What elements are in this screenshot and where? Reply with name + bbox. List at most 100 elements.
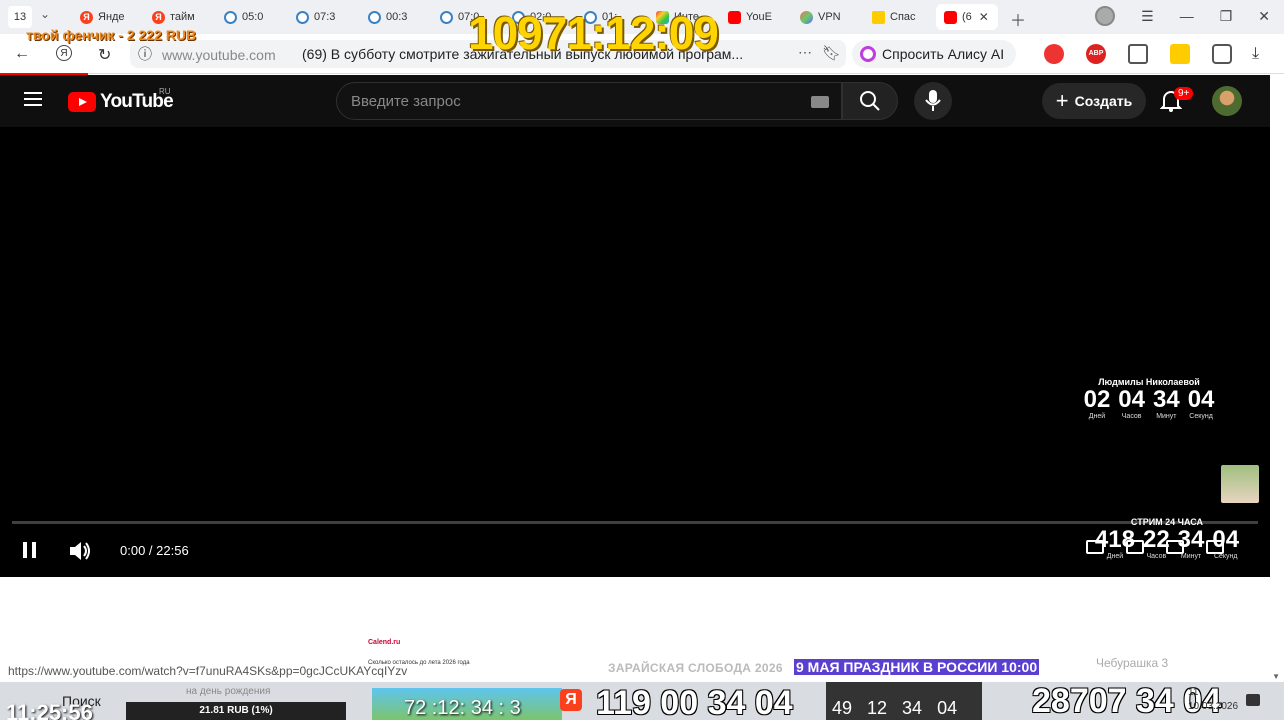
site-info-icon[interactable]: ⓘ [138, 44, 152, 64]
cast-icon[interactable] [1128, 44, 1148, 64]
pause-button[interactable] [23, 542, 37, 558]
star-icon [872, 10, 885, 24]
yandex-icon: Я [80, 10, 93, 24]
countdown-label: Минут [1180, 553, 1202, 560]
tab-counter[interactable]: 13 [8, 6, 32, 28]
back-icon[interactable]: ← [14, 45, 30, 63]
youtube-logo[interactable]: YouTube [68, 91, 174, 113]
big-countdown-1: 119 00 34 04 [596, 684, 793, 720]
tab-list-dropdown-icon[interactable]: ⌄ [40, 7, 50, 21]
create-button[interactable]: + Создать [1042, 83, 1146, 119]
birthday-text: на день рождения [186, 686, 271, 697]
calend-logo: Calend.ru [368, 639, 401, 646]
window-controls: ☰ — ❐ ✕ [1095, 6, 1270, 26]
time-display: 0:00 / 22:56 [120, 543, 189, 558]
url-host: www.youtube.com [162, 47, 276, 63]
tab[interactable]: 05:0 [216, 4, 288, 30]
countdown-row: 02 Дней 04 Часов 34 Минут 04 Секунд [1066, 386, 1232, 421]
plus-icon: + [1055, 88, 1069, 113]
ask-alice-button[interactable]: Спросить Алису AI [852, 40, 1016, 68]
reload-icon[interactable]: ↻ [98, 45, 111, 65]
ticker-text-1: ЗАРАЙСКАЯ СЛОБОДА 2026 [608, 661, 783, 675]
clock-icon [296, 10, 309, 24]
countdown-label: Дней [1106, 553, 1124, 560]
tab-label: 00:3 [386, 11, 408, 23]
date-line-2: 10.03.2026 [1188, 701, 1239, 712]
menu-icon[interactable] [24, 92, 42, 106]
countdown-label: Часов [1146, 553, 1167, 560]
star-extension-icon[interactable] [1170, 44, 1190, 64]
avatar[interactable] [1212, 86, 1242, 116]
tab-label: Спас [890, 11, 916, 23]
clock-overlay: 11:25:56 [6, 700, 93, 720]
tab-label: тайм [170, 11, 195, 23]
new-tab-button[interactable]: ＋ [1010, 7, 1026, 31]
overlay-donation: твой фенчик - 2 222 RUB [26, 27, 197, 43]
close-icon[interactable]: ✕ [979, 10, 989, 24]
countdown-days: 418 [1094, 526, 1135, 553]
scroll-down-icon[interactable]: ▼ [1272, 672, 1280, 681]
yandex-browser-icon[interactable]: Я [56, 45, 72, 61]
notification-icon[interactable] [1246, 694, 1260, 706]
taskbar: Поиск на день рождения 21.81 RUB (1%) 72… [0, 682, 1284, 720]
countdown-hours: 04 [1118, 386, 1145, 413]
alice-label: Спросить Алису AI [882, 46, 1005, 62]
close-window-icon[interactable]: ✕ [1258, 8, 1270, 25]
system-date: 11 10.03.2026 [1188, 686, 1238, 714]
tab-label: 07:3 [314, 11, 336, 23]
countdown-label: Минут [1156, 413, 1177, 420]
youtube-icon [944, 10, 957, 24]
clock-icon [440, 10, 453, 24]
yandex-icon[interactable]: Я [560, 689, 582, 711]
panel-timer: 49 12 34 04 [832, 698, 958, 718]
tab[interactable]: 07:3 [288, 4, 360, 30]
more-icon[interactable]: ⋯ [798, 44, 812, 61]
clock-icon [224, 10, 237, 24]
video-player[interactable]: Людмилы Николаевой 02 Дней 04 Часов 34 Мину… [0, 127, 1270, 577]
download-icon[interactable]: ⤓ [1252, 45, 1259, 63]
ticker-text-2: 9 МАЯ ПРАЗДНИК В РОССИИ 10:00 [794, 659, 1040, 675]
tab[interactable]: Спас [864, 4, 936, 30]
volume-icon[interactable] [68, 540, 92, 562]
search-icon [860, 91, 880, 111]
screen: 13 ⌄ Я Янде Ятайм 05:0 07:3 00:3 07:0 02:… [0, 0, 1284, 720]
adblock-icon[interactable]: ABP [1086, 44, 1106, 64]
countdown-label: Секунд [1189, 413, 1213, 420]
voice-search-button[interactable] [914, 82, 952, 120]
collections-icon[interactable] [1212, 44, 1232, 64]
search-input[interactable]: Введите запрос [336, 82, 842, 120]
profile-icon[interactable] [1095, 6, 1116, 26]
bookmark-icon[interactable]: 🔖︎ [822, 44, 841, 62]
minimize-icon[interactable]: — [1180, 8, 1194, 24]
search-button[interactable] [842, 82, 898, 120]
menu-icon[interactable]: ☰ [1141, 8, 1154, 25]
tab[interactable]: 00:3 [360, 4, 432, 30]
restore-icon[interactable]: ❐ [1220, 8, 1233, 25]
tab-label: YouE [746, 11, 772, 23]
clock-icon [368, 10, 381, 24]
stream-countdown: СТРИМ 24 ЧАСА 418 Дней 22 Часов 34 Минут 04… [1092, 517, 1242, 560]
yandex-icon: Я [152, 10, 165, 24]
countdown-widget: Людмилы Николаевой 02 Дней 04 Часов 34 Мину… [1066, 377, 1232, 420]
youtube-play-icon [68, 92, 96, 112]
countdown-label: Дней [1088, 413, 1106, 420]
progress-bar[interactable] [12, 521, 1258, 524]
presenter-thumbnail [1221, 465, 1259, 503]
microphone-icon [925, 90, 941, 111]
tab[interactable]: YouE [720, 4, 792, 30]
countdown-label: Секунд [1213, 553, 1238, 560]
create-label: Создать [1074, 93, 1133, 109]
countdown-label: Часов [1121, 413, 1142, 420]
status-url: https://www.youtube.com/watch?v=f7unuRA4… [8, 664, 408, 678]
alice-icon [860, 46, 876, 62]
extension-icon[interactable] [1044, 44, 1064, 64]
countdown-days: 02 [1083, 386, 1111, 413]
donation-bar: 21.81 RUB (1%) [126, 702, 346, 720]
tab-active[interactable]: (6 ✕ [936, 4, 998, 30]
countdown-minutes: 34 [1153, 386, 1180, 413]
notification-badge: 9+ [1174, 87, 1194, 100]
tab-label: VPN [818, 11, 841, 23]
keyboard-icon[interactable] [811, 96, 829, 108]
tab-label: Янде [98, 11, 125, 23]
tab[interactable]: VPN [792, 4, 864, 30]
